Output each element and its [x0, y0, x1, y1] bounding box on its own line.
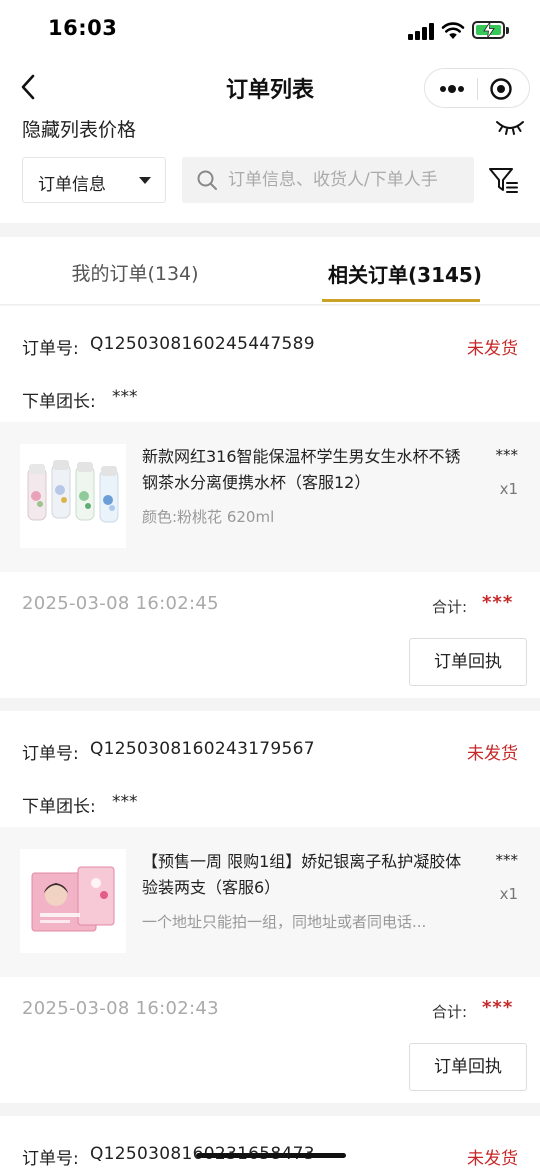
product-image-water-bottles: [20, 444, 126, 548]
cellular-signal-icon: [408, 22, 436, 40]
home-indicator[interactable]: [196, 1153, 346, 1158]
group-leader-label: 下单团长:: [22, 392, 96, 412]
status-time: 16:03: [48, 16, 118, 40]
product-quantity: x1: [499, 885, 518, 903]
product-quantity: x1: [499, 480, 518, 498]
order-timestamp: 2025-03-08 16:02:45: [22, 593, 219, 614]
group-leader-label: 下单团长:: [22, 797, 96, 817]
eye-closed-icon[interactable]: [494, 117, 526, 137]
order-card[interactable]: 订单号: Q1250308160243179567 未发货 下单团长: *** …: [0, 711, 540, 1103]
product-price: ***: [495, 851, 519, 869]
order-receipt-button[interactable]: 订单回执: [409, 1043, 527, 1091]
product-title: 新款网红316智能保温杯学生男女生水杯不锈钢茶水分离便携水杯（客服12）: [142, 447, 461, 492]
status-bar: 16:03: [0, 0, 540, 60]
group-leader-value: ***: [112, 387, 138, 407]
product-title: 【预售一周 限购1组】娇妃银离子私护凝胶体验装两支（客服6）: [142, 852, 462, 897]
tab-label: 我的订单(134): [71, 263, 199, 285]
wifi-icon: [441, 22, 465, 39]
active-tab-indicator: [322, 299, 480, 302]
battery-icon: [472, 21, 505, 39]
tab-my-orders[interactable]: 我的订单(134): [0, 237, 270, 305]
search-icon: [197, 170, 217, 190]
order-number: Q1250308160243179567: [90, 739, 315, 759]
tab-label: 相关订单(3145): [328, 263, 482, 287]
filter-section: 隐藏列表价格 订单信息: [0, 115, 540, 223]
product-item[interactable]: 【预售一周 限购1组】娇妃银离子私护凝胶体验装两支（客服6） 一个地址只能拍一组…: [0, 827, 540, 977]
dropdown-value: 订单信息: [38, 175, 106, 195]
product-spec: 一个地址只能拍一组，同地址或者同电话...: [142, 913, 427, 931]
product-price: ***: [495, 446, 519, 464]
tab-related-orders[interactable]: 相关订单(3145): [270, 237, 540, 305]
order-receipt-button[interactable]: 订单回执: [409, 638, 527, 686]
total-label: 合计:: [432, 598, 468, 616]
order-number: Q1250308160245447589: [90, 334, 315, 354]
order-card[interactable]: 订单号: Q1250308160245447589 未发货 下单团长: ***: [0, 306, 540, 698]
order-timestamp: 2025-03-08 16:02:43: [22, 998, 219, 1019]
product-item[interactable]: 新款网红316智能保温杯学生男女生水杯不锈钢茶水分离便携水杯（客服12） 颜色:…: [0, 422, 540, 572]
total-value: ***: [482, 592, 514, 613]
order-status-badge: 未发货: [467, 1149, 518, 1169]
order-number-label: 订单号:: [22, 1149, 79, 1169]
battery-tip: [506, 27, 509, 34]
close-miniprogram-icon[interactable]: [489, 77, 513, 101]
search-type-dropdown[interactable]: 订单信息: [22, 157, 166, 203]
filter-icon[interactable]: [487, 165, 519, 195]
order-tabs: 我的订单(134) 相关订单(3145): [0, 237, 540, 305]
total-label: 合计:: [432, 1003, 468, 1021]
caret-down-icon: [139, 177, 151, 184]
order-card[interactable]: 订单号: Q1250308160231658473 未发货: [0, 1116, 540, 1169]
group-leader-value: ***: [112, 792, 138, 812]
order-number-label: 订单号:: [22, 744, 79, 764]
search-input[interactable]: [228, 157, 470, 203]
product-spec: 颜色:粉桃花 620ml: [142, 508, 275, 526]
hide-price-label: 隐藏列表价格: [22, 119, 137, 141]
order-list-screen: 16:03 订单列表 隐藏列表价格 订单信息 订单信息、收货人/下单人手 我的订…: [0, 0, 540, 1169]
search-box: [182, 157, 474, 203]
order-status-badge: 未发货: [467, 744, 518, 764]
total-value: ***: [482, 997, 514, 1018]
order-status-badge: 未发货: [467, 339, 518, 359]
more-icon[interactable]: [437, 79, 467, 99]
product-image-gel-box: [20, 849, 126, 953]
capsule-divider: [477, 78, 478, 100]
miniprogram-capsule: [424, 68, 530, 108]
order-number-label: 订单号:: [22, 339, 79, 359]
nav-bar: 订单列表: [0, 60, 540, 115]
